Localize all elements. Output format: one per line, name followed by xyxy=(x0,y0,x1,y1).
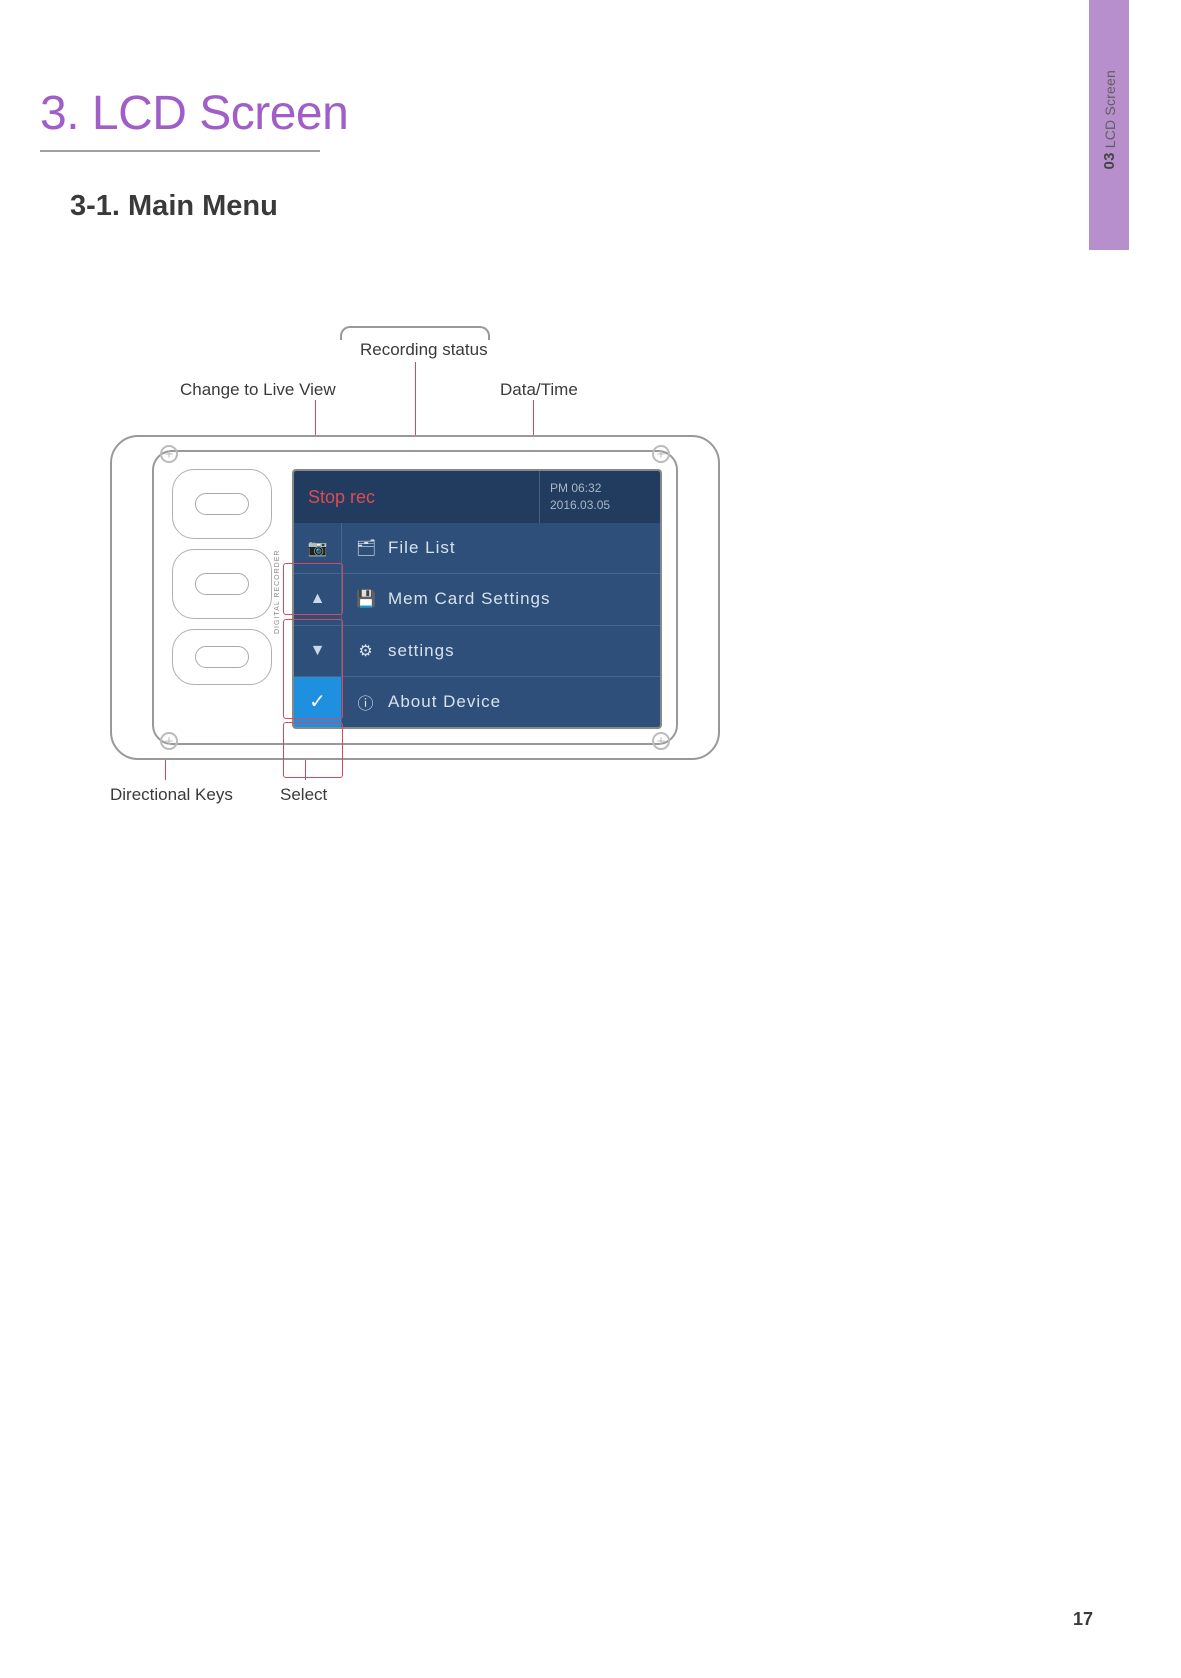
file-list-icon: 🗂 xyxy=(356,538,376,558)
screw-icon xyxy=(652,732,670,750)
lcd-menu-item-memcard[interactable]: 💾 Mem Card Settings xyxy=(342,574,660,625)
lcd-date: 2016.03.05 xyxy=(550,497,650,514)
callout-select: Select xyxy=(280,785,327,805)
screw-icon xyxy=(652,445,670,463)
info-icon: ⓘ xyxy=(356,690,376,714)
device-diagram: Recording status Change to Live View Dat… xyxy=(110,340,750,810)
device-mount xyxy=(340,326,490,340)
save-icon: 💾 xyxy=(356,589,376,609)
hardware-button-inner xyxy=(195,493,249,515)
lcd-menu-item-filelist[interactable]: 🗂 File List xyxy=(342,523,660,574)
screw-icon xyxy=(160,732,178,750)
hardware-button-inner xyxy=(195,646,249,668)
lcd-menu-label: File List xyxy=(388,538,456,558)
lcd-down-arrow-icon[interactable]: ▼ xyxy=(294,626,341,677)
lcd-recording-status: Stop rec xyxy=(294,471,540,523)
lcd-camera-icon[interactable]: 📷 xyxy=(294,523,341,574)
screw-icon xyxy=(160,445,178,463)
callout-recording-status: Recording status xyxy=(360,340,488,360)
lcd-up-arrow-icon[interactable]: ▲ xyxy=(294,574,341,625)
hardware-button-top[interactable] xyxy=(172,469,272,539)
hardware-button-middle[interactable] xyxy=(172,549,272,619)
lcd-body: 📷 ▲ ▼ ✓ 🗂 File List 💾 Mem Card Settings xyxy=(294,523,660,727)
page-number: 17 xyxy=(1073,1609,1093,1630)
lcd-menu-item-about[interactable]: ⓘ About Device xyxy=(342,677,660,727)
chapter-side-tab: 03 LCD Screen xyxy=(1089,0,1129,250)
lcd-menu-item-settings[interactable]: ⚙ settings xyxy=(342,626,660,677)
lcd-check-icon[interactable]: ✓ xyxy=(294,677,341,727)
lcd-side-buttons: 📷 ▲ ▼ ✓ xyxy=(294,523,342,727)
lcd-menu-list: 🗂 File List 💾 Mem Card Settings ⚙ settin… xyxy=(342,523,660,727)
callout-directional-keys: Directional Keys xyxy=(110,785,233,805)
chapter-title: 3. LCD Screen xyxy=(40,86,348,141)
section-title: 3-1. Main Menu xyxy=(70,190,278,223)
lcd-header: Stop rec PM 06:32 2016.03.05 xyxy=(294,471,660,523)
chapter-side-tab-text: 03 LCD Screen xyxy=(1101,70,1118,169)
title-underline xyxy=(40,150,320,152)
callout-live-view: Change to Live View xyxy=(180,380,336,400)
device-outline-outer: DIGITAL RECORDER Stop rec PM 06:32 2016.… xyxy=(110,435,720,760)
chapter-tab-label: LCD Screen xyxy=(1102,70,1118,148)
lcd-menu-label: settings xyxy=(388,641,455,661)
lcd-menu-label: Mem Card Settings xyxy=(388,589,551,609)
device-label-text: DIGITAL RECORDER xyxy=(274,517,290,667)
callout-date-time: Data/Time xyxy=(500,380,578,400)
lcd-time: PM 06:32 xyxy=(550,480,650,497)
hardware-button-bottom[interactable] xyxy=(172,629,272,685)
sliders-icon: ⚙ xyxy=(356,641,376,661)
hardware-button-column xyxy=(172,469,272,685)
hardware-button-inner xyxy=(195,573,249,595)
chapter-tab-num: 03 xyxy=(1101,152,1118,169)
lcd-menu-label: About Device xyxy=(388,692,501,712)
lcd-datetime: PM 06:32 2016.03.05 xyxy=(540,471,660,523)
lcd-screen: Stop rec PM 06:32 2016.03.05 📷 ▲ ▼ ✓ 🗂 F… xyxy=(292,469,662,729)
